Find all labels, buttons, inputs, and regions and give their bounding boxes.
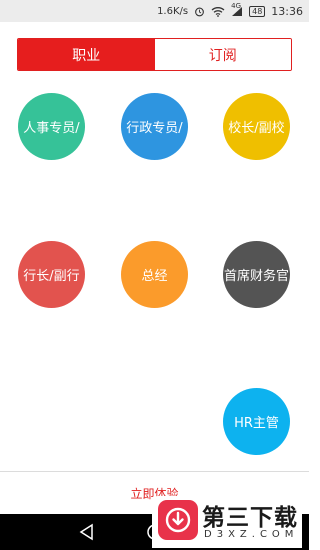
cellular-signal-icon: 4G — [231, 2, 243, 17]
position-circle-admin-specialist[interactable]: 行政专员/ — [121, 93, 188, 160]
tab-subscribe-label: 订阅 — [208, 47, 237, 64]
position-circle-cfo[interactable]: 首席财务官 — [223, 241, 290, 308]
position-label: 校长/副校 — [228, 121, 285, 136]
clock: 13:36 — [271, 4, 303, 18]
tab-subscribe[interactable]: 订阅 — [154, 39, 291, 70]
wifi-icon — [211, 6, 225, 17]
download-logo-icon — [158, 500, 198, 540]
position-label: HR主管 — [234, 416, 279, 431]
watermark-url: D3XZ.COM — [204, 529, 299, 540]
status-bar-right: 1.6K/s 4G 48 13:36 — [157, 0, 303, 22]
network-speed: 1.6K/s — [157, 5, 189, 17]
back-icon[interactable] — [78, 523, 96, 541]
tab-career-label: 职业 — [72, 47, 101, 64]
position-label: 总经 — [141, 269, 168, 284]
status-bar: 1.6K/s 4G 48 13:36 — [0, 0, 309, 22]
position-circle-principal[interactable]: 校长/副校 — [223, 93, 290, 160]
battery-icon: 48 — [249, 5, 266, 17]
signal-type: 4G — [231, 1, 241, 10]
tab-career[interactable]: 职业 — [18, 39, 155, 70]
position-circle-hr-specialist[interactable]: 人事专员/ — [18, 93, 85, 160]
tab-switcher: 职业 订阅 — [17, 38, 292, 71]
position-circle-general-manager[interactable]: 总经 — [121, 241, 188, 308]
position-label: 行政专员/ — [126, 121, 183, 136]
position-label: 首席财务官 — [223, 269, 289, 284]
watermark-title: 第三下载 — [202, 505, 298, 531]
position-circle-hr-manager[interactable]: HR主管 — [223, 388, 290, 455]
position-circle-bank-president[interactable]: 行长/副行 — [18, 241, 85, 308]
watermark: 第三下载 D3XZ.COM — [152, 496, 302, 548]
battery-level: 48 — [252, 6, 263, 16]
position-label: 行长/副行 — [23, 269, 80, 284]
position-label: 人事专员/ — [23, 121, 80, 136]
alarm-icon — [194, 6, 205, 17]
